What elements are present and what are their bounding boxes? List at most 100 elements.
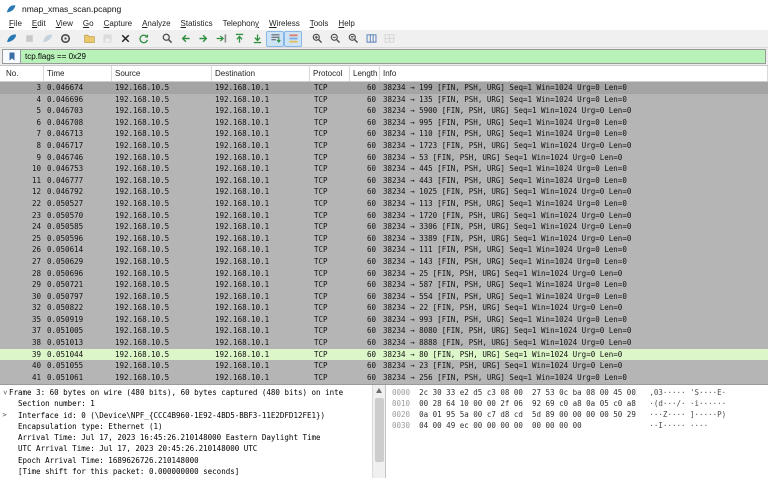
filter-bookmark-button[interactable] — [3, 50, 21, 63]
packet-row-10[interactable]: 100.046753192.168.10.5192.168.10.1TCP603… — [0, 163, 768, 175]
column-header-source[interactable]: Source — [112, 66, 212, 81]
hex-line-0020[interactable]: 0020 0a 01 95 5a 00 c7 d8 cd 5d 89 00 00… — [392, 409, 768, 420]
column-header-destination[interactable]: Destination — [212, 66, 310, 81]
packet-row-6[interactable]: 60.046708192.168.10.5192.168.10.1TCP6038… — [0, 117, 768, 129]
menu-go[interactable]: Go — [78, 19, 99, 28]
start-capture-button[interactable] — [2, 31, 20, 47]
packet-row-26[interactable]: 260.050614192.168.10.5192.168.10.1TCP603… — [0, 244, 768, 256]
column-header-length[interactable]: Length — [350, 66, 380, 81]
packet-row-4[interactable]: 40.046696192.168.10.5192.168.10.1TCP6038… — [0, 94, 768, 106]
detail-line-2[interactable]: >Interface id: 0 (\Device\NPF_{CCC4B960-… — [0, 410, 372, 421]
cell-protocol: TCP — [310, 233, 350, 245]
packet-row-37[interactable]: 370.051005192.168.10.5192.168.10.1TCP603… — [0, 325, 768, 337]
zoom-in-button[interactable] — [308, 31, 326, 47]
capture-options-button[interactable] — [56, 31, 74, 47]
detail-line-6[interactable]: Epoch Arrival Time: 1689626726.210148000 — [0, 455, 372, 466]
detail-line-7[interactable]: [Time shift for this packet: 0.000000000… — [0, 466, 372, 477]
go-to-top-button[interactable] — [230, 31, 248, 47]
packet-row-39[interactable]: 390.051044192.168.10.5192.168.10.1TCP603… — [0, 349, 768, 361]
packet-row-29[interactable]: 290.050721192.168.10.5192.168.10.1TCP603… — [0, 279, 768, 291]
packet-row-41[interactable]: 410.051061192.168.10.5192.168.10.1TCP603… — [0, 372, 768, 384]
hex-line-0000[interactable]: 0000 2c 30 33 e2 d5 c3 08 00 27 53 0c ba… — [392, 387, 768, 398]
zoom-reset-button[interactable] — [344, 31, 362, 47]
detail-line-3[interactable]: Encapsulation type: Ethernet (1) — [0, 421, 372, 432]
menu-file[interactable]: File — [4, 19, 27, 28]
cell-no: 12 — [0, 186, 44, 198]
detail-line-1[interactable]: Section number: 1 — [0, 398, 372, 409]
go-back-button[interactable] — [176, 31, 194, 47]
cell-no: 38 — [0, 337, 44, 349]
scrollbar-thumb[interactable] — [375, 398, 384, 462]
display-filter-box[interactable] — [2, 49, 766, 64]
cell-no: 5 — [0, 105, 44, 117]
expanded-expander-icon[interactable]: > — [0, 388, 10, 397]
menu-edit[interactable]: Edit — [27, 19, 51, 28]
colorize-packets-icon — [287, 32, 300, 45]
packet-row-22[interactable]: 220.050527192.168.10.5192.168.10.1TCP603… — [0, 198, 768, 210]
menu-help[interactable]: Help — [333, 19, 359, 28]
packet-row-25[interactable]: 250.050596192.168.10.5192.168.10.1TCP603… — [0, 233, 768, 245]
column-header-protocol[interactable]: Protocol — [310, 66, 350, 81]
hex-line-0030[interactable]: 0030 04 00 49 ec 00 00 00 00 00 00 00 00… — [392, 420, 768, 431]
reload-file-button[interactable] — [134, 31, 152, 47]
menu-analyze[interactable]: Analyze — [137, 19, 175, 28]
cell-destination: 192.168.10.1 — [212, 152, 310, 164]
column-header-info[interactable]: Info — [380, 66, 768, 81]
cell-no: 32 — [0, 302, 44, 314]
cell-info: 38234 → 111 [FIN, PSH, URG] Seq=1 Win=10… — [380, 244, 768, 256]
go-forward-icon — [197, 32, 210, 45]
zoom-out-button[interactable] — [326, 31, 344, 47]
auto-scroll-button[interactable] — [266, 31, 284, 47]
column-header-time[interactable]: Time — [44, 66, 112, 81]
cell-source: 192.168.10.5 — [112, 279, 212, 291]
close-file-button[interactable] — [116, 31, 134, 47]
menu-tools[interactable]: Tools — [305, 19, 334, 28]
go-to-packet-button[interactable] — [212, 31, 230, 47]
collapsed-expander-icon[interactable]: > — [0, 410, 9, 421]
menu-capture[interactable]: Capture — [99, 19, 137, 28]
packet-row-24[interactable]: 240.050585192.168.10.5192.168.10.1TCP603… — [0, 221, 768, 233]
menu-telephony[interactable]: Telephony — [218, 19, 264, 28]
detail-line-4[interactable]: Arrival Time: Jul 17, 2023 16:45:26.2101… — [0, 432, 372, 443]
cell-no: 25 — [0, 233, 44, 245]
open-file-button[interactable] — [80, 31, 98, 47]
cell-protocol: TCP — [310, 360, 350, 372]
packet-row-23[interactable]: 230.050570192.168.10.5192.168.10.1TCP603… — [0, 210, 768, 222]
packet-row-8[interactable]: 80.046717192.168.10.5192.168.10.1TCP6038… — [0, 140, 768, 152]
packet-row-32[interactable]: 320.050822192.168.10.5192.168.10.1TCP603… — [0, 302, 768, 314]
cell-no: 9 — [0, 152, 44, 164]
packet-row-3[interactable]: 30.046674192.168.10.5192.168.10.1TCP6038… — [0, 82, 768, 94]
go-forward-button[interactable] — [194, 31, 212, 47]
packet-row-9[interactable]: 90.046746192.168.10.5192.168.10.1TCP6038… — [0, 152, 768, 164]
colorize-packets-button[interactable] — [284, 31, 302, 47]
packet-row-5[interactable]: 50.046703192.168.10.5192.168.10.1TCP6038… — [0, 105, 768, 117]
menu-view[interactable]: View — [51, 19, 78, 28]
cell-info: 38234 → 1025 [FIN, PSH, URG] Seq=1 Win=1… — [380, 186, 768, 198]
cell-protocol: TCP — [310, 152, 350, 164]
hex-line-0010[interactable]: 0010 00 28 64 10 00 00 2f 06 92 69 c0 a8… — [392, 398, 768, 409]
display-filter-input[interactable] — [21, 50, 765, 63]
packet-row-40[interactable]: 400.051055192.168.10.5192.168.10.1TCP603… — [0, 360, 768, 372]
cell-source: 192.168.10.5 — [112, 314, 212, 326]
go-to-bottom-button[interactable] — [248, 31, 266, 47]
go-to-bottom-icon — [251, 32, 264, 45]
resize-columns-button[interactable] — [362, 31, 380, 47]
packet-row-35[interactable]: 350.050919192.168.10.5192.168.10.1TCP603… — [0, 314, 768, 326]
packet-row-11[interactable]: 110.046777192.168.10.5192.168.10.1TCP603… — [0, 175, 768, 187]
column-header-no[interactable]: No. — [0, 66, 44, 81]
detail-scrollbar[interactable] — [372, 385, 385, 478]
packet-row-7[interactable]: 70.046713192.168.10.5192.168.10.1TCP6038… — [0, 128, 768, 140]
cell-protocol: TCP — [310, 221, 350, 233]
packet-row-28[interactable]: 280.050696192.168.10.5192.168.10.1TCP603… — [0, 268, 768, 280]
packet-row-12[interactable]: 120.046792192.168.10.5192.168.10.1TCP603… — [0, 186, 768, 198]
menu-wireless[interactable]: Wireless — [264, 19, 305, 28]
packet-row-27[interactable]: 270.050629192.168.10.5192.168.10.1TCP603… — [0, 256, 768, 268]
detail-line-0[interactable]: >Frame 3: 60 bytes on wire (480 bits), 6… — [0, 387, 372, 398]
cell-time: 0.046792 — [44, 186, 112, 198]
menu-statistics[interactable]: Statistics — [176, 19, 218, 28]
scrollbar-up-arrow-icon[interactable] — [376, 388, 382, 393]
packet-row-38[interactable]: 380.051013192.168.10.5192.168.10.1TCP603… — [0, 337, 768, 349]
detail-line-5[interactable]: UTC Arrival Time: Jul 17, 2023 20:45:26.… — [0, 443, 372, 454]
packet-row-30[interactable]: 300.050797192.168.10.5192.168.10.1TCP603… — [0, 291, 768, 303]
find-packet-button[interactable] — [158, 31, 176, 47]
